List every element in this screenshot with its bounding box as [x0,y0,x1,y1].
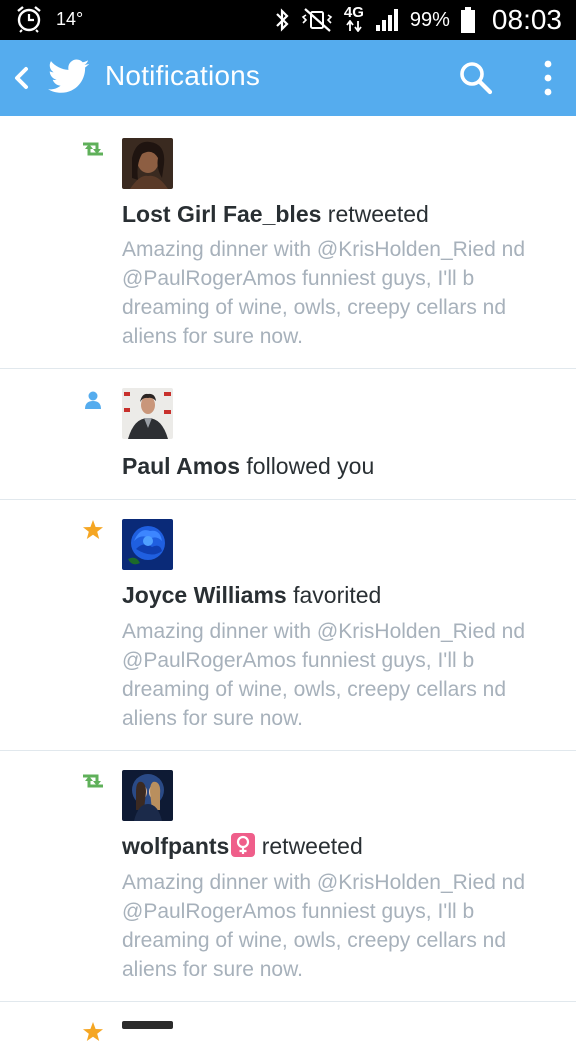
bluetooth-icon [276,8,289,32]
action-text: retweeted [327,201,429,227]
notification-headline: Paul Amos followed you [122,453,374,480]
battery-icon [460,7,475,33]
avatar[interactable] [122,388,173,439]
twitter-bird-icon[interactable] [48,58,90,96]
app-bar: Notifications [0,40,576,116]
avatar[interactable] [122,138,173,189]
clock-time: 08:03 [491,4,562,35]
follow-person-icon [85,391,101,409]
alarm-clock-icon [17,6,41,33]
notification-headline: Lost Girl Fae_bles retweeted [122,201,429,228]
overflow-menu-icon[interactable] [536,58,560,98]
tweet-text: Amazing dinner with @KrisHolden_Ried nd … [122,871,526,981]
network-type-indicator: 4G [343,3,364,35]
avatar[interactable] [122,1021,173,1029]
avatar[interactable] [122,770,173,821]
notification-item[interactable]: Joyce Williams favorited Amazing dinner … [0,500,576,751]
mute-vibrate-icon [301,8,333,32]
back-arrow-icon[interactable] [8,60,34,96]
tweet-text: Amazing dinner with @KrisHolden_Ried nd … [122,238,526,348]
page-title: Notifications [105,60,261,91]
notification-item[interactable] [0,1002,576,1041]
status-bar-left: 14° [16,5,83,33]
status-bar-right: 4G 99% 08:03 [274,4,562,36]
battery-percentage: 99% [409,8,450,31]
temperature-text: 14° [56,8,84,29]
tweet-text: Amazing dinner with @KrisHolden_Ried nd … [122,620,526,730]
signal-strength-icon [375,9,398,31]
notification-item[interactable]: Paul Amos followed you [0,369,576,500]
action-text: retweeted [261,833,363,859]
network-type-text: 4G [343,3,364,21]
retweet-icon [83,774,103,788]
user-name[interactable]: Paul Amos [122,453,240,479]
action-text: followed you [246,453,375,479]
notification-headline: Joyce Williams favorited [122,582,381,609]
favorite-star-icon [83,1022,103,1041]
data-arrows-icon [346,19,362,32]
retweet-icon [83,142,103,156]
status-bar: 14° 4G 99% 08:03 [0,0,576,40]
user-name[interactable]: Lost Girl Fae_bles [122,201,321,227]
favorite-star-icon [83,520,103,539]
user-name[interactable]: wolfpants [122,833,229,859]
avatar[interactable] [122,519,173,570]
search-icon[interactable] [458,60,494,96]
user-name[interactable]: Joyce Williams [122,582,287,608]
notification-item[interactable]: wolfpants retweeted Amazing dinner with … [0,751,576,1002]
action-text: favorited [293,582,382,608]
notifications-list: Lost Girl Fae_bles retweeted Amazing din… [0,116,576,1041]
notification-headline: wolfpants retweeted [122,833,363,860]
notification-item[interactable]: Lost Girl Fae_bles retweeted Amazing din… [0,116,576,369]
female-sign-emoji [231,833,256,857]
